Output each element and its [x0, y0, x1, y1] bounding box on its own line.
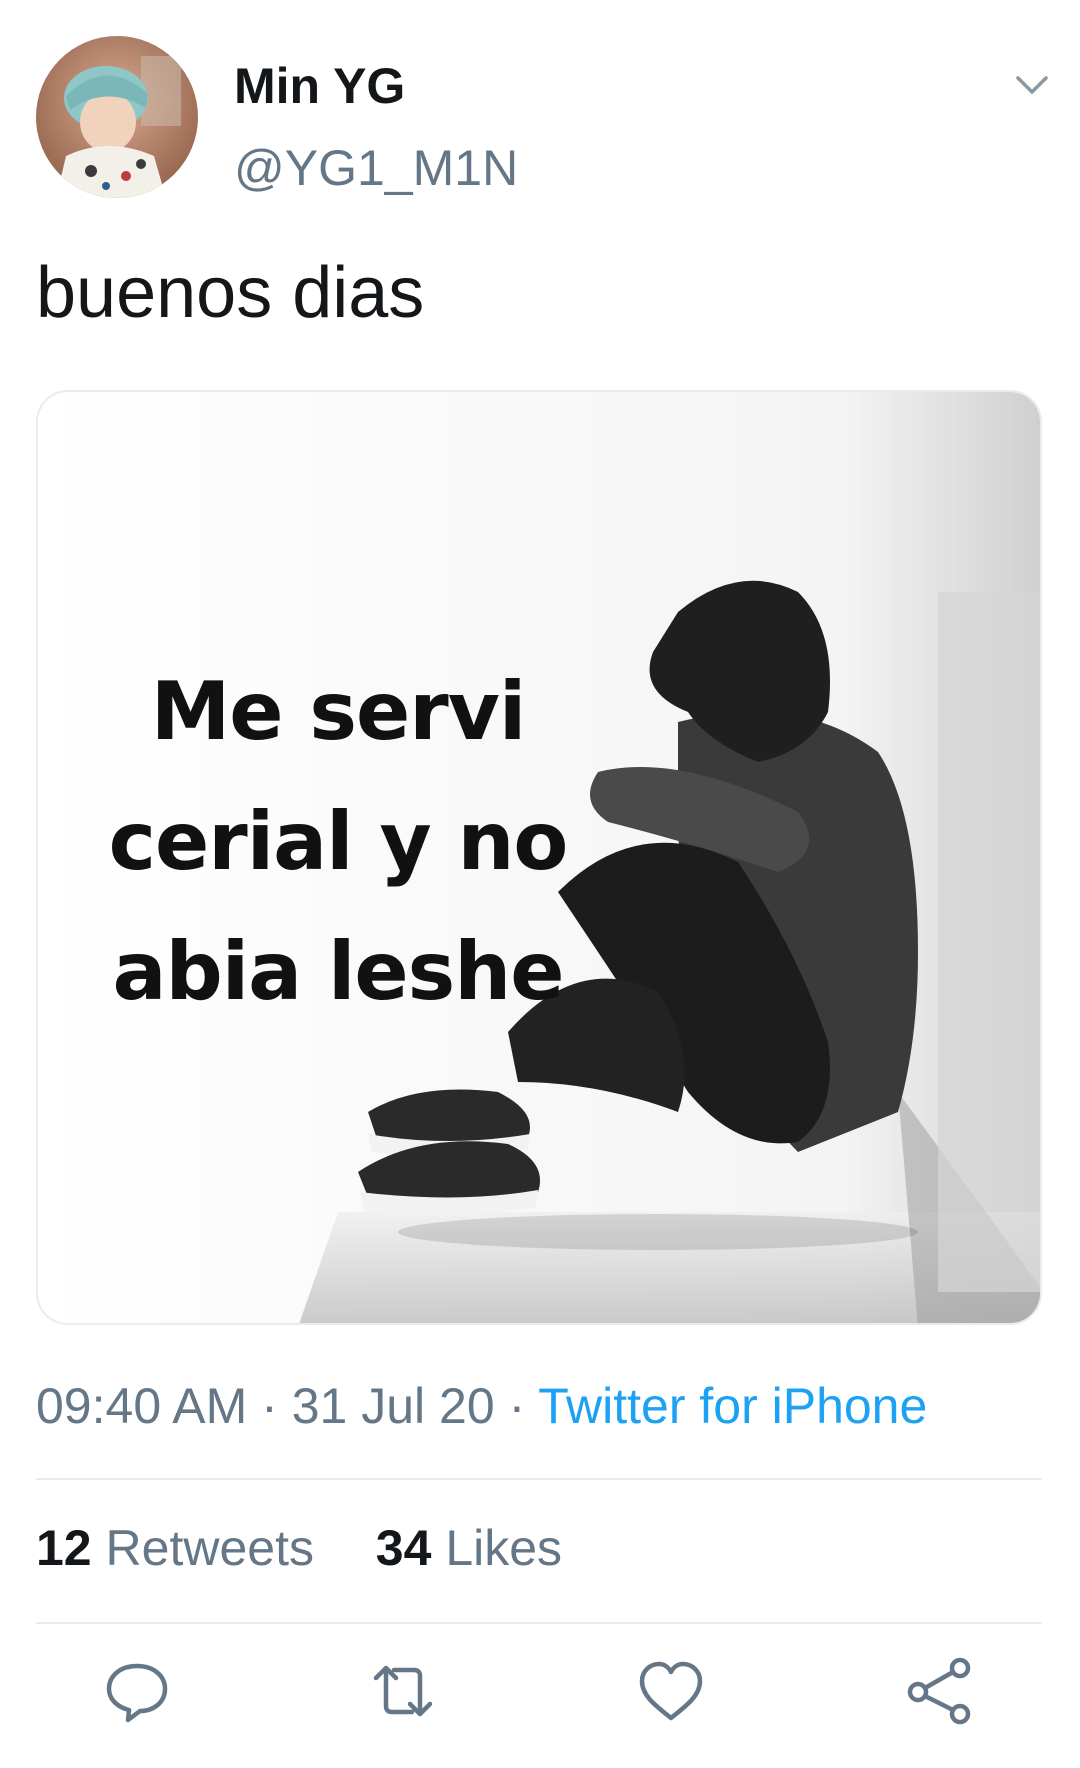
share-icon[interactable] — [904, 1656, 974, 1726]
retweets-stat[interactable]: 12 Retweets — [36, 1520, 328, 1576]
likes-count: 34 — [375, 1520, 432, 1576]
likes-label: Likes — [445, 1520, 563, 1576]
heart-icon[interactable] — [636, 1656, 706, 1726]
user-handle[interactable]: @YG1_M1N — [234, 138, 518, 198]
avatar[interactable] — [36, 36, 198, 198]
meta-separator: · — [261, 1378, 278, 1434]
display-name[interactable]: Min YG — [234, 56, 405, 116]
meme-caption-line: Me servi — [150, 665, 527, 758]
likes-stat[interactable]: 34 Likes — [376, 1520, 562, 1576]
retweet-icon[interactable] — [368, 1656, 438, 1726]
avatar-image — [36, 36, 198, 198]
reply-icon[interactable] — [102, 1656, 172, 1726]
meme-caption: Me servi cerial y no abia leshe — [68, 647, 608, 1037]
retweets-count: 12 — [36, 1520, 92, 1576]
retweets-label: Retweets — [105, 1520, 314, 1576]
tweet-time: 09:40 AM — [36, 1378, 248, 1434]
meme-caption-line: cerial y no — [108, 795, 569, 888]
divider — [36, 1622, 1042, 1624]
tweet-text: buenos dias — [36, 253, 425, 333]
tweet-date: 31 Jul 20 — [291, 1378, 495, 1434]
meta-separator: · — [508, 1378, 526, 1434]
meme-caption-line: abia leshe — [112, 925, 564, 1018]
tweet-media[interactable]: Me servi cerial y no abia leshe — [36, 390, 1042, 1325]
tweet-meta: 09:40 AM · 31 Jul 20 · Twitter for iPhon… — [36, 1376, 927, 1436]
tweet-stats: 12 Retweets 34 Likes — [36, 1518, 562, 1578]
chevron-down-icon[interactable] — [1010, 62, 1054, 106]
divider — [36, 1478, 1042, 1480]
tweet-source-link[interactable]: Twitter for iPhone — [538, 1378, 927, 1434]
